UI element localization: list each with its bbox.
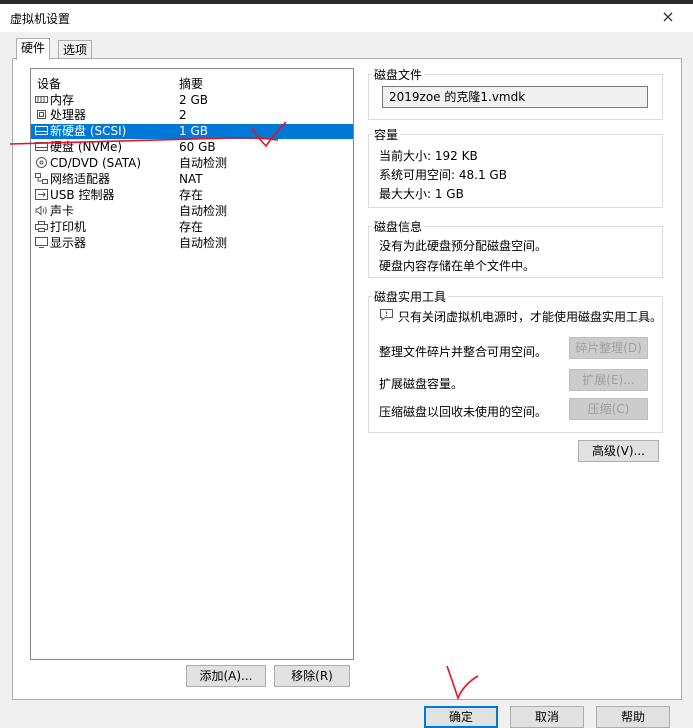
annotation-overlay [9, 121, 479, 701]
annotation-arrow [446, 665, 479, 701]
annotation-checkmark [251, 121, 287, 148]
tab-hardware[interactable]: 硬件 [16, 38, 51, 60]
annotation-underline [9, 136, 279, 145]
